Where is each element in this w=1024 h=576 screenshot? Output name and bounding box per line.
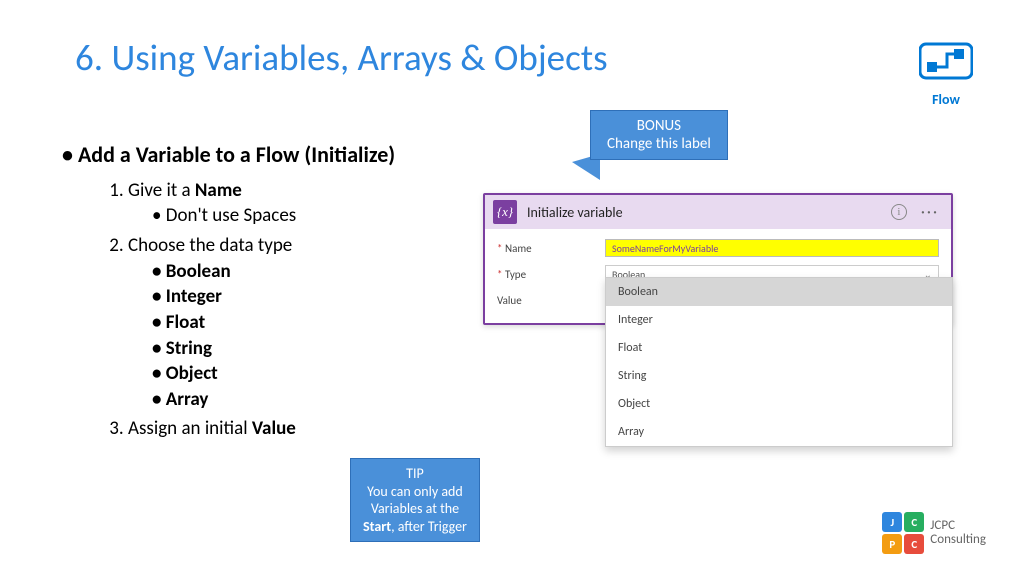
step-1: Give it a Name Don't use Spaces: [128, 176, 480, 231]
jcpc-tile-p: P: [882, 534, 902, 554]
step-1-sub: Don't use Spaces: [128, 203, 480, 229]
content-heading: Add a Variable to a Flow (Initialize): [80, 140, 480, 170]
info-icon[interactable]: i: [891, 204, 907, 220]
step-2-pre: Choose the data type: [128, 234, 292, 257]
type-dropdown: Boolean Integer Float String Object Arra…: [605, 277, 953, 447]
flow-icon: [919, 40, 973, 84]
step-2-sub-1: Integer: [152, 284, 480, 310]
jcpc-line1: JCPC: [930, 519, 986, 533]
jcpc-tile-c1: C: [904, 512, 924, 532]
dropdown-option-string[interactable]: String: [606, 362, 952, 390]
flow-logo: Flow: [916, 40, 976, 108]
tip-line4-rest: , after Trigger: [391, 518, 467, 535]
step-1-sub-0: Don't use Spaces: [152, 203, 480, 229]
label-type-text: Type: [505, 268, 526, 281]
bonus-line1: BONUS: [607, 117, 711, 135]
slide-title: 6. Using Variables, Arrays & Objects: [75, 35, 608, 80]
step-3: Assign an initial Value: [128, 414, 480, 444]
label-name: * Name: [497, 242, 605, 255]
tip-callout: TIP You can only add Variables at the St…: [350, 458, 480, 542]
tip-line4-bold: Start: [363, 518, 391, 535]
more-icon[interactable]: ···: [917, 203, 943, 222]
jcpc-tile-c2: C: [904, 534, 924, 554]
content-body: Add a Variable to a Flow (Initialize) Gi…: [80, 140, 480, 444]
step-1-bold: Name: [195, 179, 242, 202]
steps-list: Give it a Name Don't use Spaces Choose t…: [80, 176, 480, 444]
flow-logo-label: Flow: [916, 91, 976, 108]
bonus-line2: Change this label: [607, 135, 711, 153]
step-2-sub: Boolean Integer Float String Object Arra…: [128, 259, 480, 413]
jcpc-logo-text: JCPC Consulting: [930, 519, 986, 548]
step-2-sub-3: String: [152, 336, 480, 362]
label-name-text: Name: [505, 242, 532, 255]
step-3-bold: Value: [252, 417, 296, 440]
step-2-sub-2: Float: [152, 310, 480, 336]
jcpc-tile-j: J: [882, 512, 902, 532]
step-2-sub-4: Object: [152, 361, 480, 387]
variable-icon: {x}: [493, 200, 517, 224]
card-header[interactable]: {x} Initialize variable i ···: [485, 195, 951, 229]
tip-line3: Variables at the: [363, 500, 467, 518]
name-input[interactable]: SomeNameForMyVariable: [605, 239, 939, 257]
dropdown-option-array[interactable]: Array: [606, 418, 952, 446]
step-2-sub-5: Array: [152, 387, 480, 413]
tip-line4: Start, after Trigger: [363, 518, 467, 536]
dropdown-option-boolean[interactable]: Boolean: [606, 278, 952, 306]
dropdown-option-object[interactable]: Object: [606, 390, 952, 418]
dropdown-option-integer[interactable]: Integer: [606, 306, 952, 334]
step-3-pre: Assign an initial: [128, 417, 252, 440]
label-value: Value: [497, 294, 605, 307]
row-name: * Name SomeNameForMyVariable: [497, 235, 939, 261]
bonus-callout: BONUS Change this label: [590, 110, 728, 160]
jcpc-line2: Consulting: [930, 533, 986, 547]
step-2: Choose the data type Boolean Integer Flo…: [128, 231, 480, 414]
card-title: Initialize variable: [527, 204, 881, 221]
step-1-pre: Give it a: [128, 179, 195, 202]
jcpc-logo-grid: J C P C: [882, 512, 924, 554]
tip-line1: TIP: [363, 465, 467, 483]
step-2-sub-0: Boolean: [152, 259, 480, 285]
dropdown-option-float[interactable]: Float: [606, 334, 952, 362]
label-type: * Type: [497, 268, 605, 281]
tip-line2: You can only add: [363, 483, 467, 501]
jcpc-logo: J C P C JCPC Consulting: [882, 512, 986, 554]
